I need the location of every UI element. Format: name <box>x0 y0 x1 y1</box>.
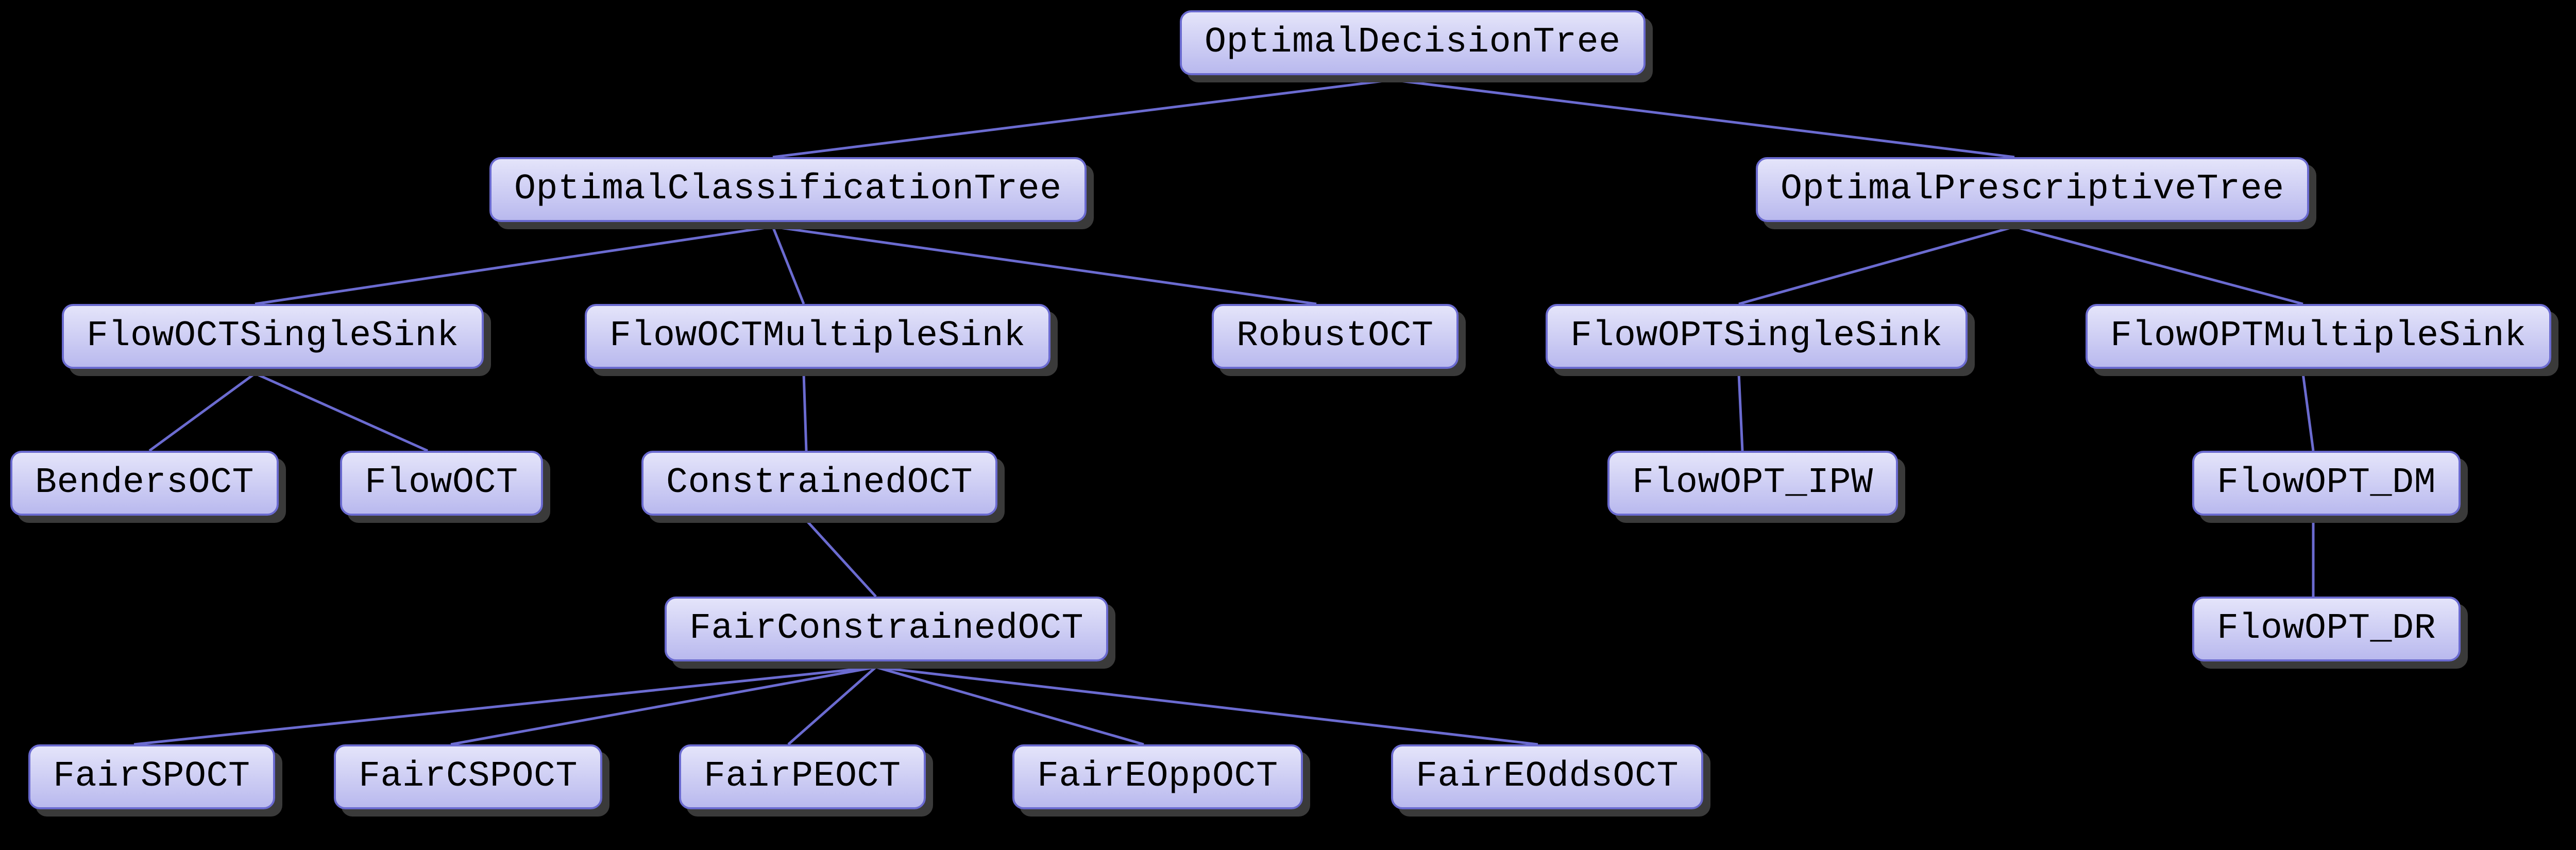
node-benders-oct: BendersOCT <box>10 451 279 516</box>
node-flowopt-multiple-sink: FlowOPTMultipleSink <box>2086 304 2551 369</box>
node-fair-csp-oct: FairCSPOCT <box>334 744 602 809</box>
node-optimal-decision-tree: OptimalDecisionTree <box>1180 10 1646 75</box>
edge-layer <box>0 0 2576 850</box>
node-flowoct-multiple-sink: FlowOCTMultipleSink <box>585 304 1050 369</box>
node-fair-sp-oct: FairSPOCT <box>28 744 275 809</box>
node-flowoct-single-sink: FlowOCTSingleSink <box>62 304 484 369</box>
node-flowopt-ipw: FlowOPT_IPW <box>1607 451 1898 516</box>
node-constrained-oct: ConstrainedOCT <box>641 451 997 516</box>
node-fair-eodds-oct: FairEOddsOCT <box>1391 744 1703 809</box>
node-optimal-prescriptive-tree: OptimalPrescriptiveTree <box>1756 157 2309 222</box>
node-fair-pe-oct: FairPEOCT <box>679 744 926 809</box>
node-optimal-classification-tree: OptimalClassificationTree <box>489 157 1087 222</box>
node-flowopt-single-sink: FlowOPTSingleSink <box>1546 304 1968 369</box>
node-fair-constrained-oct: FairConstrainedOCT <box>665 597 1108 661</box>
node-flowopt-dr: FlowOPT_DR <box>2192 597 2461 661</box>
node-robust-oct: RobustOCT <box>1212 304 1459 369</box>
node-flowopt-dm: FlowOPT_DM <box>2192 451 2461 516</box>
node-flow-oct: FlowOCT <box>340 451 543 516</box>
node-fair-eopp-oct: FairEOppOCT <box>1012 744 1303 809</box>
